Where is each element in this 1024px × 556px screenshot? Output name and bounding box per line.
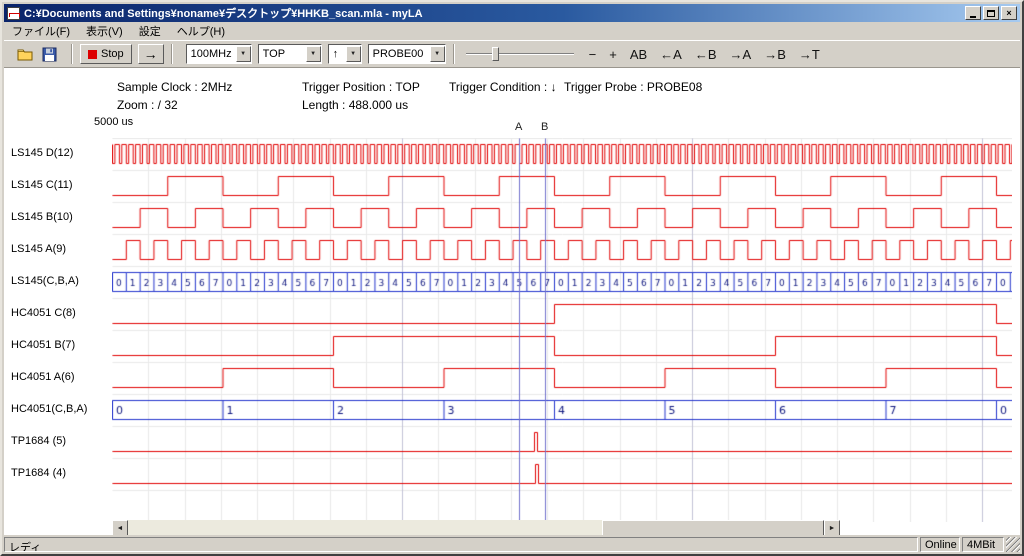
trigger-edge-select[interactable]: ↑ ▼: [328, 44, 362, 64]
nav-button-4[interactable]: ←B: [690, 46, 722, 63]
trigger-edge-value: ↑: [333, 48, 339, 60]
resize-grip[interactable]: [1006, 537, 1020, 552]
close-button[interactable]: ×: [1001, 6, 1017, 20]
sample-clock-value: 100MHz: [191, 48, 232, 60]
title-bar[interactable]: C:¥Documents and Settings¥noname¥デスクトップ¥…: [4, 4, 1020, 22]
run-arrow-icon: →: [144, 46, 158, 62]
save-file-button[interactable]: [40, 45, 58, 63]
trigger-position-select[interactable]: TOP ▼: [258, 44, 322, 64]
trigger-position-value: TOP: [263, 48, 285, 60]
length-info: Length : 488.000 us: [302, 98, 408, 112]
trigger-probe-select[interactable]: PROBE00 ▼: [368, 44, 446, 64]
app-window: C:¥Documents and Settings¥noname¥デスクトップ¥…: [0, 0, 1024, 556]
channel-label: HC4051(C,B,A): [11, 403, 87, 415]
channel-label: HC4051 C(8): [11, 307, 76, 319]
stop-button[interactable]: Stop: [80, 44, 132, 64]
status-message: レディ: [4, 537, 918, 552]
trigger-probe-value: PROBE00: [373, 48, 424, 60]
scrollbar-thumb[interactable]: [602, 520, 824, 536]
nav-button-0[interactable]: −: [584, 46, 602, 63]
toolbar: Stop → 100MHz ▼ TOP ▼ ↑ ▼ PROBE00 ▼ −+AB…: [4, 40, 1020, 68]
chevron-down-icon[interactable]: ▼: [346, 46, 361, 62]
chevron-down-icon[interactable]: ▼: [306, 46, 321, 62]
horizontal-scrollbar[interactable]: ◄ ►: [112, 520, 840, 536]
scroll-left-button[interactable]: ◄: [112, 520, 128, 536]
nav-button-6[interactable]: →B: [759, 46, 791, 63]
status-online: Online: [920, 537, 960, 552]
run-button[interactable]: →: [138, 44, 164, 64]
trigger-condition-info: Trigger Condition : ↓: [449, 80, 557, 94]
status-memory: 4MBit: [962, 537, 1004, 552]
channel-label: LS145 D(12): [11, 147, 73, 159]
channel-label: HC4051 A(6): [11, 371, 75, 383]
maximize-button[interactable]: [983, 6, 999, 20]
minimize-icon: [970, 16, 976, 18]
chevron-down-icon[interactable]: ▼: [236, 46, 251, 62]
channel-label: TP1684 (5): [11, 435, 66, 447]
channel-label: LS145 C(11): [11, 179, 73, 191]
open-folder-icon: [17, 47, 33, 61]
toolbar-separator: [71, 44, 73, 64]
waveform-canvas[interactable]: [112, 138, 1012, 522]
channel-label: TP1684 (4): [11, 467, 66, 479]
scroll-left-icon: ◄: [117, 525, 124, 532]
nav-buttons: −+AB←A←B→A→B→T: [584, 46, 825, 63]
stop-icon: [88, 50, 97, 59]
toolbar-separator: [171, 44, 173, 64]
scroll-right-button[interactable]: ►: [824, 520, 840, 536]
scrollbar-track[interactable]: [128, 520, 824, 536]
menu-item-3[interactable]: ヘルプ(H): [169, 21, 233, 41]
zoom-slider-thumb[interactable]: [492, 47, 499, 61]
zoom-slider-track: [466, 53, 574, 55]
time-scale-label: 5000 us: [94, 116, 133, 128]
nav-button-3[interactable]: ←A: [655, 46, 687, 63]
marker-a-label[interactable]: A: [515, 121, 522, 133]
window-title: C:¥Documents and Settings¥noname¥デスクトップ¥…: [24, 5, 423, 21]
app-icon: [7, 7, 20, 20]
channel-label: LS145 B(10): [11, 211, 73, 223]
channel-label: LS145(C,B,A): [11, 275, 79, 287]
scroll-right-icon: ►: [829, 525, 836, 532]
chevron-down-icon[interactable]: ▼: [430, 46, 445, 62]
open-file-button[interactable]: [16, 45, 34, 63]
stop-button-label: Stop: [101, 48, 124, 60]
menu-bar: ファイル(F)表示(V)設定ヘルプ(H): [4, 22, 1020, 40]
nav-button-5[interactable]: →A: [725, 46, 757, 63]
toolbar-separator: [453, 44, 455, 64]
channel-label: HC4051 B(7): [11, 339, 75, 351]
trigger-position-info: Trigger Position : TOP: [302, 80, 420, 94]
floppy-disk-icon: [42, 47, 57, 62]
nav-button-7[interactable]: →T: [794, 46, 825, 63]
main-client-area: Sample Clock : 2MHz Trigger Position : T…: [4, 68, 1020, 537]
menu-item-1[interactable]: 表示(V): [78, 21, 131, 41]
marker-b-label[interactable]: B: [541, 121, 548, 133]
zoom-info: Zoom : / 32: [117, 98, 178, 112]
nav-button-1[interactable]: +: [604, 46, 622, 63]
nav-button-2[interactable]: AB: [625, 46, 652, 63]
close-icon: ×: [1006, 8, 1011, 18]
channel-label: LS145 A(9): [11, 243, 66, 255]
menu-item-2[interactable]: 設定: [131, 21, 169, 41]
menu-item-0[interactable]: ファイル(F): [4, 21, 78, 41]
trigger-probe-info: Trigger Probe : PROBE08: [564, 80, 702, 94]
sample-clock-select[interactable]: 100MHz ▼: [186, 44, 252, 64]
minimize-button[interactable]: [965, 6, 981, 20]
maximize-icon: [987, 10, 995, 17]
zoom-slider[interactable]: [466, 44, 574, 64]
sample-clock-info: Sample Clock : 2MHz: [117, 80, 232, 94]
status-bar: レディ Online 4MBit: [4, 535, 1020, 552]
